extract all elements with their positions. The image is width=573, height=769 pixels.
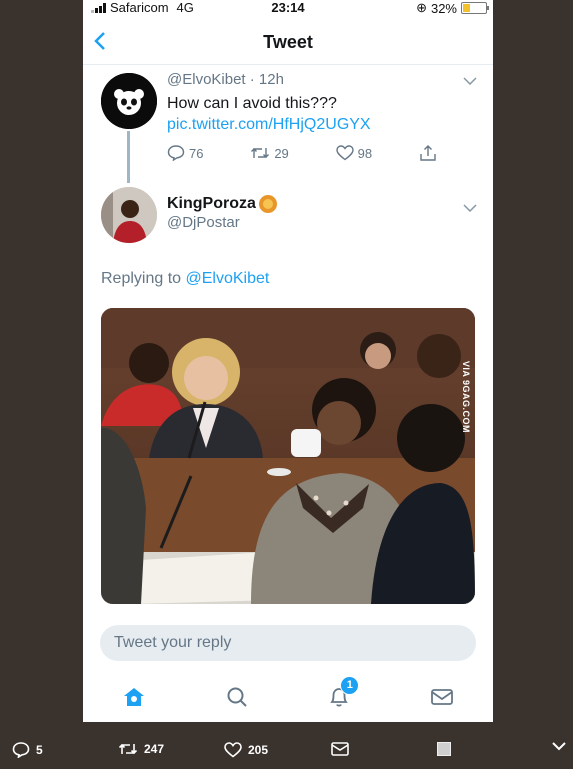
tweet-link[interactable]: pic.twitter.com/HfHjQ2UGYX xyxy=(167,116,371,133)
battery-icon xyxy=(461,2,489,14)
rotation-lock-icon: ⊕ xyxy=(416,0,427,15)
battery-percent: 32% xyxy=(430,0,457,16)
outer-retweet-action[interactable]: 247 xyxy=(118,742,164,756)
reply-action[interactable]: 76 xyxy=(167,144,203,162)
phone-screen: Safaricom 4G 23:14 ⊕ 32% Tweet @ElvoKibe… xyxy=(83,0,493,722)
reply-input[interactable]: Tweet your reply xyxy=(100,625,476,661)
tweet-actions: 76 29 98 xyxy=(167,144,437,162)
tweet-image[interactable]: VIA 9GAG.COM xyxy=(101,308,475,604)
retweet-icon xyxy=(118,743,138,755)
retweet-icon xyxy=(251,148,270,158)
nav-bar: Tweet xyxy=(83,22,493,65)
battery-info: ⊕ 32% xyxy=(416,0,489,16)
like-icon xyxy=(224,742,242,758)
replying-prefix: Replying to xyxy=(101,270,186,287)
panda-avatar-icon[interactable] xyxy=(101,73,157,129)
page-title: Tweet xyxy=(263,32,313,52)
retweet-action[interactable]: 29 xyxy=(250,144,289,162)
chevron-down-icon[interactable] xyxy=(463,74,477,88)
tweet-text: How can I avoid this??? pic.twitter.com/… xyxy=(167,93,477,135)
notification-badge: 1 xyxy=(340,676,360,695)
outer-mail-action[interactable] xyxy=(331,742,349,756)
reply-count: 76 xyxy=(189,145,204,161)
outer-action-bar: 5 247 205 xyxy=(0,732,573,769)
home-icon[interactable] xyxy=(119,682,149,712)
outer-like-count: 205 xyxy=(248,743,269,757)
like-action[interactable]: 98 xyxy=(335,144,373,162)
retweet-count: 29 xyxy=(274,145,289,161)
search-icon[interactable] xyxy=(222,682,252,712)
replying-to: Replying to @ElvoKibet xyxy=(101,270,269,288)
mail-icon[interactable] xyxy=(427,682,457,712)
tweet-author-time[interactable]: @ElvoKibet · 12h xyxy=(167,71,284,88)
like-count: 98 xyxy=(357,145,373,161)
lion-emoji-icon xyxy=(258,195,277,213)
image-thumbnail-icon[interactable] xyxy=(437,742,451,756)
like-icon xyxy=(335,145,354,161)
thread-connector xyxy=(127,131,130,183)
chevron-down-icon[interactable] xyxy=(463,201,477,215)
share-action[interactable] xyxy=(419,144,437,162)
outer-retweet-count: 247 xyxy=(144,742,165,756)
tab-bar: 1 xyxy=(83,672,493,722)
outer-reply-count: 5 xyxy=(36,743,43,757)
display-name: KingPoroza xyxy=(167,195,256,212)
user-handle: @DjPostar xyxy=(167,214,240,231)
reply-icon xyxy=(167,145,185,161)
status-bar: Safaricom 4G 23:14 ⊕ 32% xyxy=(83,0,493,17)
chevron-down-icon[interactable] xyxy=(552,742,566,751)
share-icon xyxy=(420,145,436,161)
replying-to-link[interactable]: @ElvoKibet xyxy=(186,270,270,287)
tweet-body: How can I avoid this??? xyxy=(167,95,337,112)
bell-icon[interactable]: 1 xyxy=(324,676,360,712)
outer-reply-action[interactable]: 5 xyxy=(12,742,43,758)
mail-icon xyxy=(331,742,349,756)
media-watermark: VIA 9GAG.COM xyxy=(461,360,471,433)
user-avatar[interactable] xyxy=(101,187,157,243)
reply-icon xyxy=(12,742,30,758)
reply-author[interactable]: KingPoroza @DjPostar xyxy=(167,195,277,231)
outer-like-action[interactable]: 205 xyxy=(224,742,268,758)
